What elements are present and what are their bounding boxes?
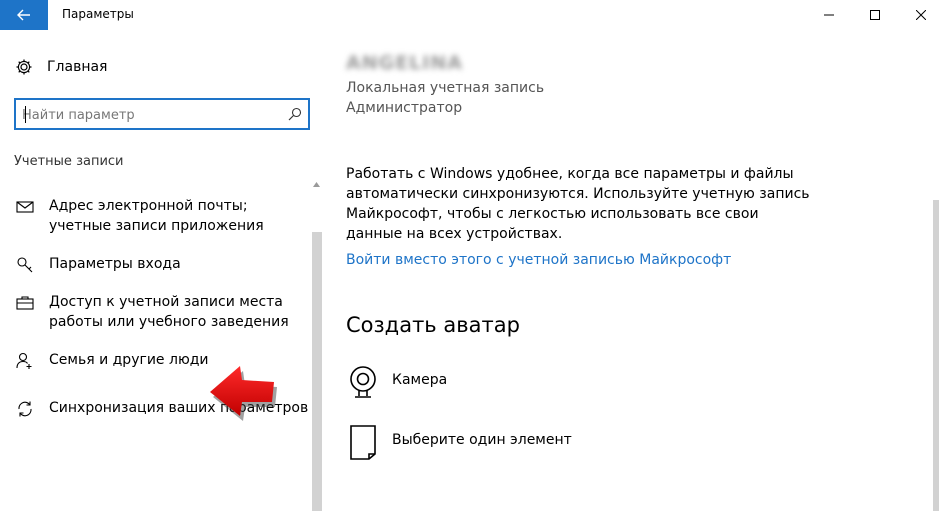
sync-icon	[14, 399, 36, 419]
sidebar: Главная Учетные записи Адрес электронной…	[0, 30, 324, 511]
account-description: Работать с Windows удобнее, когда все па…	[346, 166, 810, 242]
maximize-icon	[870, 10, 880, 20]
minimize-button[interactable]	[806, 0, 852, 30]
browse-option-label: Выберите один элемент	[392, 432, 572, 448]
window-title: Параметры	[62, 7, 134, 21]
sidebar-item-home[interactable]: Главная	[15, 56, 107, 78]
sidebar-item-label: Адрес электронной почты; учетные записи …	[49, 198, 264, 234]
browse-icon	[346, 424, 380, 460]
close-icon	[916, 10, 926, 20]
close-button[interactable]	[898, 0, 941, 30]
section-label: Учетные записи	[14, 154, 124, 169]
minimize-icon	[824, 14, 834, 16]
content-scrollbar[interactable]	[933, 200, 939, 511]
sidebar-item-signin[interactable]: Параметры входа	[14, 254, 311, 275]
account-type: Локальная учетная запись	[346, 80, 545, 96]
account-role: Администратор	[346, 100, 463, 116]
search-icon[interactable]	[288, 107, 302, 121]
mail-icon	[14, 197, 36, 217]
key-icon	[14, 255, 36, 275]
sidebar-item-label: Параметры входа	[49, 256, 181, 272]
sidebar-home-label: Главная	[47, 59, 108, 75]
scroll-thumb[interactable]	[312, 232, 322, 511]
gear-icon	[16, 59, 32, 75]
search-input[interactable]	[22, 105, 272, 125]
title-bar: Параметры	[0, 0, 941, 30]
scroll-up-icon[interactable]	[313, 182, 320, 187]
browse-option[interactable]: Выберите один элемент	[346, 424, 572, 460]
maximize-button[interactable]	[852, 0, 898, 30]
camera-option[interactable]: Камера	[346, 364, 447, 400]
camera-icon	[346, 364, 380, 400]
microsoft-signin-link[interactable]: Войти вместо этого с учетной записью Май…	[346, 252, 731, 268]
sidebar-item-work-access[interactable]: Доступ к учетной записи места работы или…	[14, 292, 311, 332]
red-arrow-icon	[210, 366, 277, 421]
person-add-icon	[14, 351, 36, 371]
sidebar-scrollbar[interactable]	[310, 182, 322, 511]
sidebar-item-label: Доступ к учетной записи места работы или…	[49, 294, 289, 330]
avatar-heading: Создать аватар	[346, 313, 520, 337]
account-username: ANGELINA	[346, 52, 463, 74]
back-button[interactable]	[0, 0, 48, 30]
briefcase-icon	[14, 293, 36, 313]
search-box[interactable]	[14, 98, 310, 130]
text-caret	[25, 106, 26, 123]
back-arrow-icon	[17, 9, 30, 21]
camera-option-label: Камера	[392, 372, 448, 388]
sidebar-item-email[interactable]: Адрес электронной почты; учетные записи …	[14, 196, 311, 236]
